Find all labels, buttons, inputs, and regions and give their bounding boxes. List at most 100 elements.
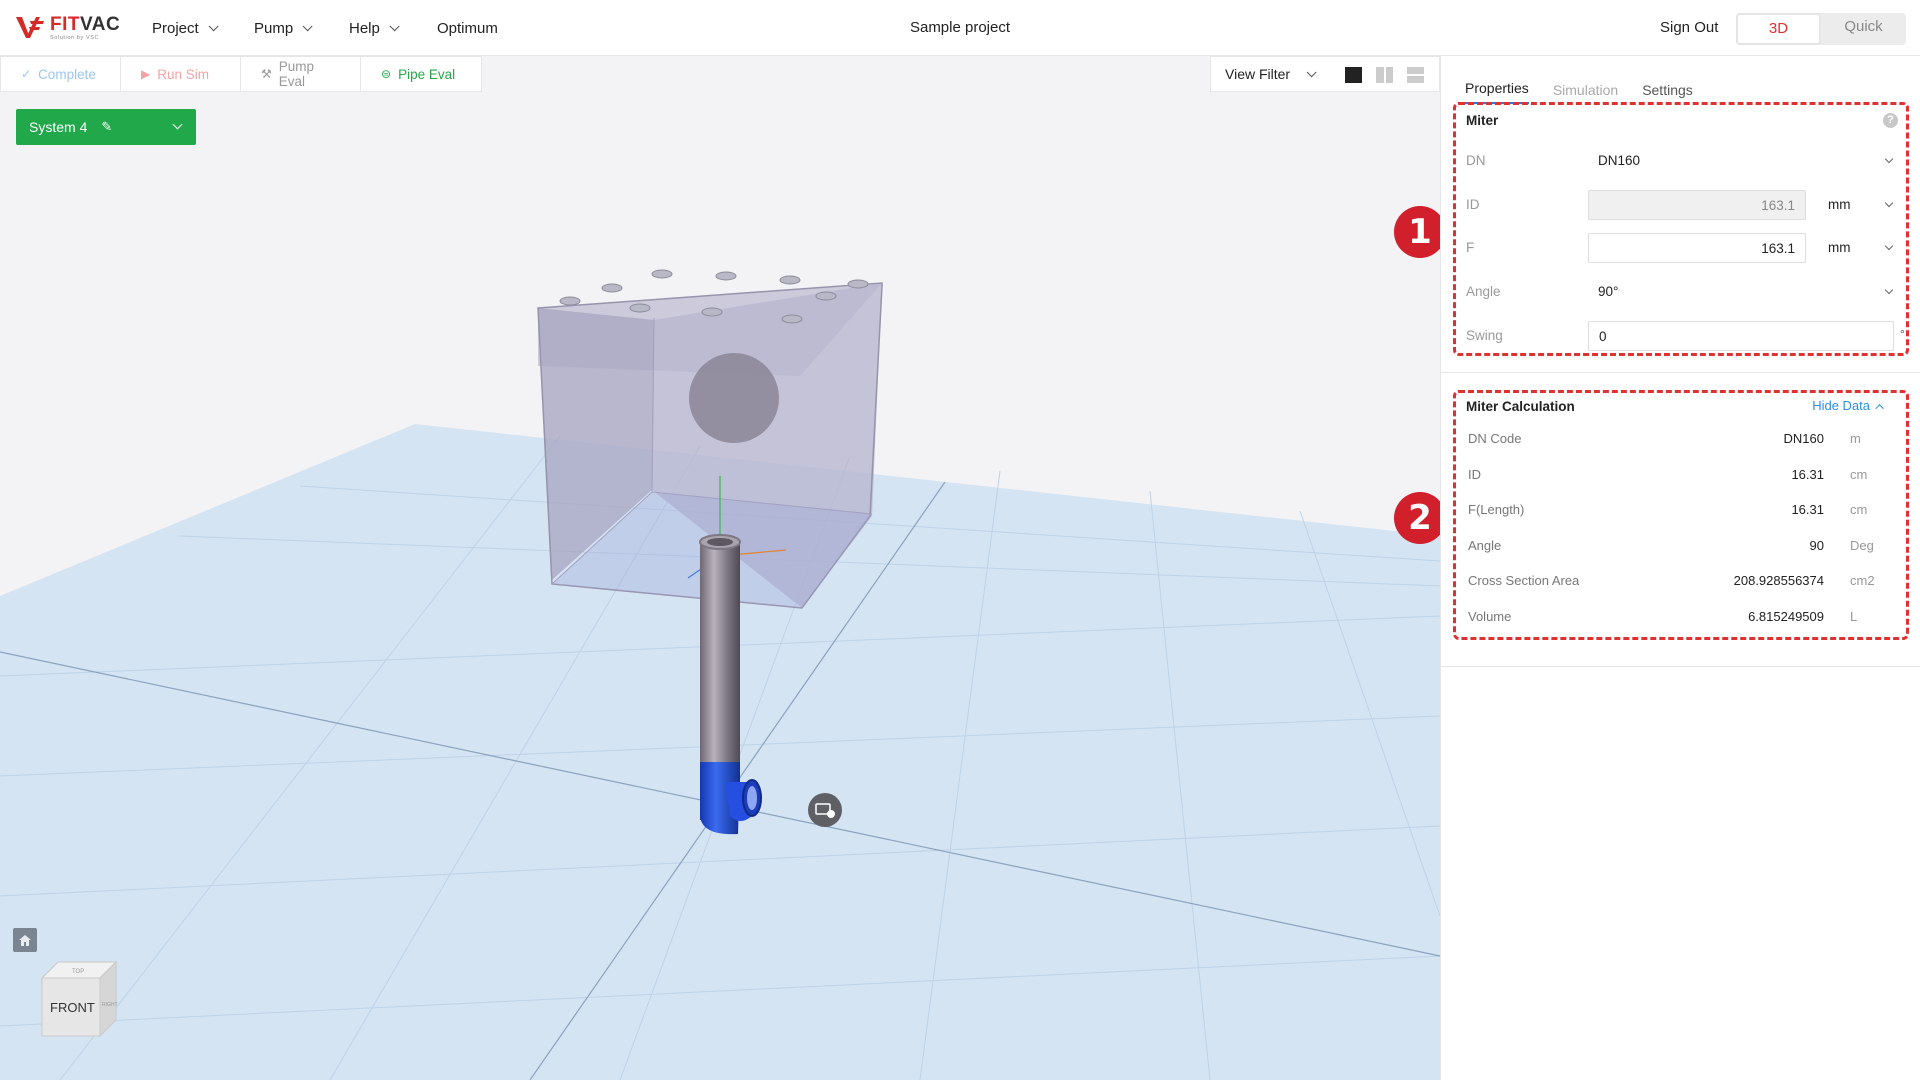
chevron-down-icon (1884, 285, 1894, 295)
view-cube[interactable]: FRONT TOP RIGHT (38, 956, 128, 1046)
system-selector-button[interactable]: System 4 ✎ (16, 109, 196, 145)
view-cube-top-label: TOP (72, 969, 84, 975)
angle-label: Angle (1466, 284, 1501, 299)
mode-quick-button[interactable]: Quick (1821, 13, 1906, 45)
id-unit-value: mm (1828, 197, 1851, 212)
pencil-icon[interactable]: ✎ (101, 119, 112, 135)
sim-toolbar: ✓ Complete ▶ Run Sim ⚒ Pump Eval ⊜ Pipe … (0, 56, 482, 92)
pump-eval-button[interactable]: ⚒ Pump Eval (241, 57, 361, 91)
menu-pump[interactable]: Pump (254, 0, 313, 56)
calc-row: Volume 6.815249509 L (1456, 609, 1906, 629)
calc-row-value: DN160 (1783, 431, 1824, 446)
calc-row-value: 16.31 (1791, 467, 1824, 482)
f-row: F mm (1456, 233, 1906, 263)
calc-row-value: 16.31 (1791, 502, 1824, 517)
system-label: System 4 (29, 119, 88, 135)
f-input[interactable] (1588, 233, 1806, 263)
menu-pump-label: Pump (254, 19, 294, 37)
calc-row-value: 90 (1809, 538, 1824, 553)
tab-settings[interactable]: Settings (1642, 82, 1693, 104)
calc-row-label: Volume (1468, 609, 1512, 624)
id-unit-select[interactable]: mm (1818, 190, 1898, 220)
help-icon[interactable]: ? (1883, 113, 1898, 128)
calc-row-unit: Deg (1850, 538, 1874, 553)
calc-row-label: DN Code (1468, 431, 1522, 446)
miter-section-title: Miter (1466, 113, 1499, 128)
dn-row: DN DN160 (1456, 146, 1906, 176)
app-logo[interactable]: FITVAC Solution by VSC (14, 13, 120, 43)
swing-label: Swing (1466, 328, 1503, 343)
miter-properties-section: Miter ? DN DN160 ID mm F mm (1453, 102, 1909, 356)
calc-row-label: ID (1468, 467, 1481, 482)
angle-select[interactable]: 90° (1588, 277, 1898, 307)
mode-3d-button[interactable]: 3D (1736, 13, 1821, 45)
logo-wordmark: FITVAC Solution by VSC (50, 15, 120, 42)
pipe-eval-label: Pipe Eval (398, 66, 456, 82)
chevron-down-icon (1306, 66, 1317, 77)
calc-row-value: 6.815249509 (1748, 609, 1824, 624)
fitvac-logo-icon (14, 14, 48, 42)
id-label: ID (1466, 197, 1480, 212)
section-divider (1441, 666, 1920, 667)
calculation-section-title: Miter Calculation (1466, 399, 1575, 414)
view-filter-dropdown[interactable]: View Filter (1225, 66, 1290, 82)
callout-badge-2: 2 (1394, 492, 1440, 544)
view-cube-right-label: RIGHT (102, 1002, 118, 1008)
logo-name-red: FIT (50, 13, 80, 35)
scene-canvas[interactable] (0, 56, 1440, 1080)
layout-single-icon[interactable] (1345, 67, 1362, 83)
view-filter-bar: View Filter (1210, 56, 1440, 92)
calc-row-unit: cm (1850, 502, 1868, 517)
complete-button[interactable]: ✓ Complete (1, 57, 121, 91)
layout-split-vertical-icon[interactable] (1376, 67, 1393, 83)
pipe-eval-button[interactable]: ⊜ Pipe Eval (361, 57, 481, 91)
pipe-eval-icon: ⊜ (381, 67, 392, 81)
play-icon: ▶ (141, 67, 151, 81)
menu-help[interactable]: Help (349, 0, 400, 56)
menu-optimum[interactable]: Optimum (437, 0, 498, 56)
viewport-3d[interactable]: ✓ Complete ▶ Run Sim ⚒ Pump Eval ⊜ Pipe … (0, 56, 1440, 1080)
calc-row: Angle 90 Deg (1456, 538, 1906, 558)
layout-split-horizontal-icon[interactable] (1407, 67, 1424, 83)
swing-input[interactable] (1588, 321, 1894, 351)
tab-properties[interactable]: Properties (1465, 80, 1529, 104)
calc-row-unit: cm (1850, 467, 1868, 482)
top-bar: FITVAC Solution by VSC Project Pump Help… (0, 0, 1920, 56)
calc-row-unit: L (1850, 609, 1858, 624)
menu-project-label: Project (152, 19, 199, 37)
calc-row: DN Code DN160 m (1456, 431, 1906, 451)
logo-name: VAC (80, 13, 121, 35)
dn-value: DN160 (1598, 153, 1641, 168)
properties-panel: Properties Simulation Settings Miter ? D… (1440, 56, 1920, 1080)
calc-row-unit: cm2 (1850, 573, 1875, 588)
f-unit-value: mm (1828, 240, 1851, 255)
dn-select[interactable]: DN160 (1588, 146, 1898, 176)
sign-out-link[interactable]: Sign Out (1660, 0, 1718, 56)
f-unit-select[interactable]: mm (1818, 233, 1898, 263)
run-sim-button[interactable]: ▶ Run Sim (121, 57, 241, 91)
chevron-down-icon (389, 20, 400, 31)
calc-row-value: 208.928556374 (1733, 573, 1824, 588)
run-sim-label: Run Sim (157, 66, 209, 82)
logo-tagline: Solution by VSC (50, 34, 100, 41)
menu-optimum-label: Optimum (437, 19, 498, 37)
calc-row-label: Cross Section Area (1468, 573, 1580, 588)
panel-tabs: Properties Simulation Settings (1465, 56, 1717, 104)
home-icon (19, 934, 31, 946)
hide-data-label: Hide Data (1812, 398, 1870, 413)
pump-icon: ⚒ (261, 67, 272, 81)
section-divider (1441, 372, 1920, 373)
project-title: Sample project (909, 19, 1011, 36)
menu-project[interactable]: Project (152, 0, 219, 56)
hide-data-toggle[interactable]: Hide Data (1812, 398, 1884, 413)
chevron-down-icon (1884, 241, 1894, 251)
swing-row: Swing ° (1456, 321, 1906, 351)
add-node-marker[interactable] (808, 793, 842, 827)
home-view-button[interactable] (13, 928, 37, 952)
tab-simulation[interactable]: Simulation (1553, 82, 1618, 104)
dn-label: DN (1466, 153, 1486, 168)
chevron-down-icon (1884, 198, 1894, 208)
chevron-down-icon (172, 119, 183, 130)
chevron-up-icon (1875, 404, 1884, 413)
miter-calculation-section: Miter Calculation Hide Data DN Code DN16… (1453, 390, 1909, 640)
